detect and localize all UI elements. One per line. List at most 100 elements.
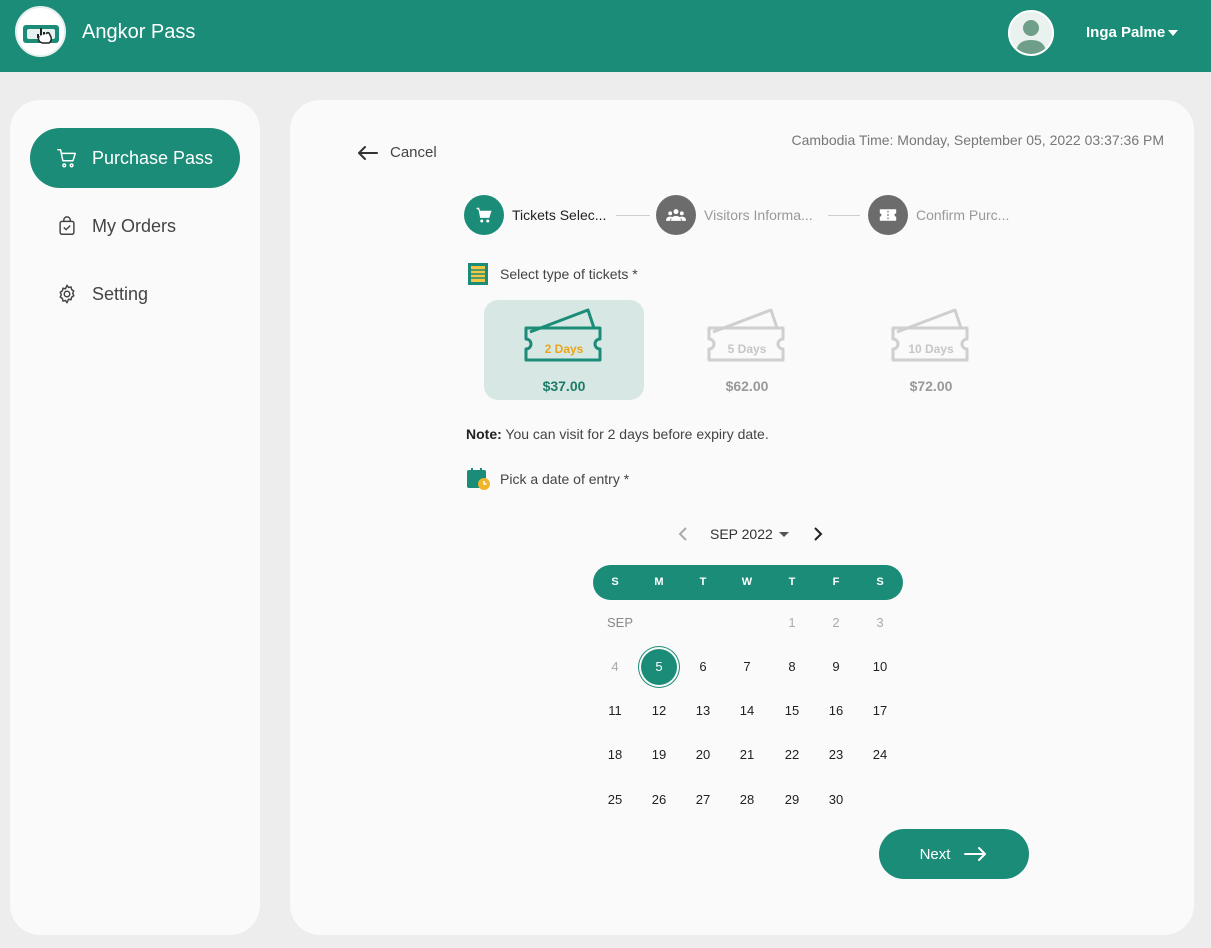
ticket-days: 10 Days <box>908 342 954 356</box>
sidebar-item-setting[interactable]: Setting <box>30 264 240 324</box>
calendar-day[interactable]: 30 <box>818 782 854 818</box>
calendar-day[interactable]: 29 <box>774 782 810 818</box>
ticket-price: $62.00 <box>725 378 769 394</box>
calendar-day[interactable]: 20 <box>685 737 721 773</box>
ticket-icon <box>891 308 969 362</box>
ticket-option-5-days[interactable]: 5 Days $62.00 <box>667 300 827 400</box>
chevron-down-icon[interactable] <box>1168 30 1178 36</box>
weekday-label: F <box>832 576 840 588</box>
next-button[interactable]: Next <box>879 829 1029 879</box>
step-label: Confirm Purc... <box>916 207 1010 223</box>
weekday-label: W <box>741 576 753 588</box>
calendar-day[interactable]: 6 <box>685 649 721 685</box>
ticket-list-icon <box>466 262 490 286</box>
gear-icon <box>56 283 78 305</box>
app-logo[interactable] <box>15 6 66 57</box>
cancel-button[interactable]: Cancel <box>358 144 437 161</box>
ticket-icon <box>524 308 602 362</box>
calendar-day[interactable]: 23 <box>818 737 854 773</box>
calendar-day[interactable]: 19 <box>641 737 677 773</box>
calendar-day[interactable]: 8 <box>774 649 810 685</box>
step-label: Tickets Selec... <box>512 207 607 223</box>
calendar-day[interactable]: 10 <box>862 649 898 685</box>
calendar-day[interactable]: 2 <box>818 605 854 641</box>
sidebar-item-label: Setting <box>92 283 149 304</box>
weekday-label: S <box>611 576 619 588</box>
sidebar-item-label: Purchase Pass <box>92 147 214 168</box>
next-label: Next <box>919 845 951 863</box>
calendar-day[interactable]: 18 <box>597 737 633 773</box>
top-header: Angkor Pass Inga Palme <box>0 0 1211 72</box>
step-connector <box>828 215 860 216</box>
arrow-left-icon <box>358 145 378 160</box>
ticket-icon <box>868 195 908 235</box>
ticket-days: 2 Days <box>544 342 584 356</box>
cancel-label: Cancel <box>390 144 437 161</box>
calendar-day[interactable]: 27 <box>685 782 721 818</box>
step-confirm-purchase[interactable]: Confirm Purc... <box>868 195 1009 235</box>
expiry-note: Note: You can visit for 2 days before ex… <box>466 426 769 442</box>
step-connector <box>616 215 650 216</box>
caret-down-icon[interactable] <box>778 531 789 537</box>
user-name[interactable]: Inga Palme <box>1086 24 1165 41</box>
step-label: Visitors Informa... <box>704 207 813 223</box>
weekday-label: T <box>699 576 707 588</box>
group-icon <box>656 195 696 235</box>
calendar-day[interactable]: 3 <box>862 605 898 641</box>
calendar-month-selector[interactable]: SEP 2022 <box>710 526 773 542</box>
pick-date-heading: Pick a date of entry * <box>466 467 629 491</box>
ticket-icon <box>707 308 785 362</box>
ticket-option-2-days[interactable]: 2 Days $37.00 <box>484 300 644 400</box>
calendar-day[interactable]: 24 <box>862 737 898 773</box>
calendar-day[interactable]: 11 <box>597 693 633 729</box>
calendar-weekday-header: S M T W T F S <box>593 565 903 600</box>
ticket-price: $37.00 <box>542 378 586 394</box>
calendar-day[interactable]: 9 <box>818 649 854 685</box>
arrow-right-icon <box>964 847 987 861</box>
calendar-day[interactable]: 25 <box>597 782 633 818</box>
note-text: You can visit for 2 days before expiry d… <box>501 426 769 442</box>
calendar-day-selected[interactable]: 5 <box>641 649 677 685</box>
cart-icon <box>464 195 504 235</box>
select-tickets-label: Select type of tickets * <box>500 266 638 282</box>
ticket-price: $72.00 <box>909 378 953 394</box>
calendar-month-row-label: SEP <box>607 615 634 630</box>
note-bold: Note: <box>466 426 502 442</box>
main-panel: Cancel Cambodia Time: Monday, September … <box>290 100 1194 935</box>
calendar-clock-icon <box>466 467 490 491</box>
calendar-day[interactable]: 26 <box>641 782 677 818</box>
calendar-day[interactable]: 12 <box>641 693 677 729</box>
chevron-left-icon[interactable] <box>674 524 694 544</box>
chevron-right-icon[interactable] <box>807 524 827 544</box>
step-tickets-selection[interactable]: Tickets Selec... <box>464 195 606 235</box>
cambodia-time: Cambodia Time: Monday, September 05, 202… <box>791 132 1164 148</box>
ticket-option-10-days[interactable]: 10 Days $72.00 <box>851 300 1011 400</box>
sidebar: Purchase Pass My Orders Setting <box>10 100 260 935</box>
calendar-day[interactable]: 14 <box>729 693 765 729</box>
calendar-day[interactable]: 21 <box>729 737 765 773</box>
pick-date-label: Pick a date of entry * <box>500 471 630 487</box>
ticket-days: 5 Days <box>727 342 767 356</box>
sidebar-item-my-orders[interactable]: My Orders <box>30 196 240 256</box>
weekday-label: T <box>788 576 796 588</box>
weekday-label: M <box>654 576 664 588</box>
calendar-day[interactable]: 16 <box>818 693 854 729</box>
step-visitors-information[interactable]: Visitors Informa... <box>656 195 813 235</box>
calendar-day[interactable]: 15 <box>774 693 810 729</box>
calendar-day[interactable]: 1 <box>774 605 810 641</box>
calendar-day[interactable]: 13 <box>685 693 721 729</box>
weekday-label: S <box>876 576 884 588</box>
user-avatar[interactable] <box>1008 10 1054 56</box>
calendar-day[interactable]: 7 <box>729 649 765 685</box>
shopping-bag-icon <box>56 215 78 237</box>
calendar-day[interactable]: 28 <box>729 782 765 818</box>
calendar-day[interactable]: 17 <box>862 693 898 729</box>
calendar-day[interactable]: 22 <box>774 737 810 773</box>
calendar-day[interactable]: 4 <box>597 649 633 685</box>
cart-icon <box>56 147 78 169</box>
sidebar-item-label: My Orders <box>92 215 177 236</box>
sidebar-item-purchase-pass[interactable]: Purchase Pass <box>30 128 240 188</box>
select-tickets-heading: Select type of tickets * <box>466 262 638 286</box>
app-title: Angkor Pass <box>82 21 196 43</box>
calendar-navigation: SEP 2022 <box>674 524 827 544</box>
